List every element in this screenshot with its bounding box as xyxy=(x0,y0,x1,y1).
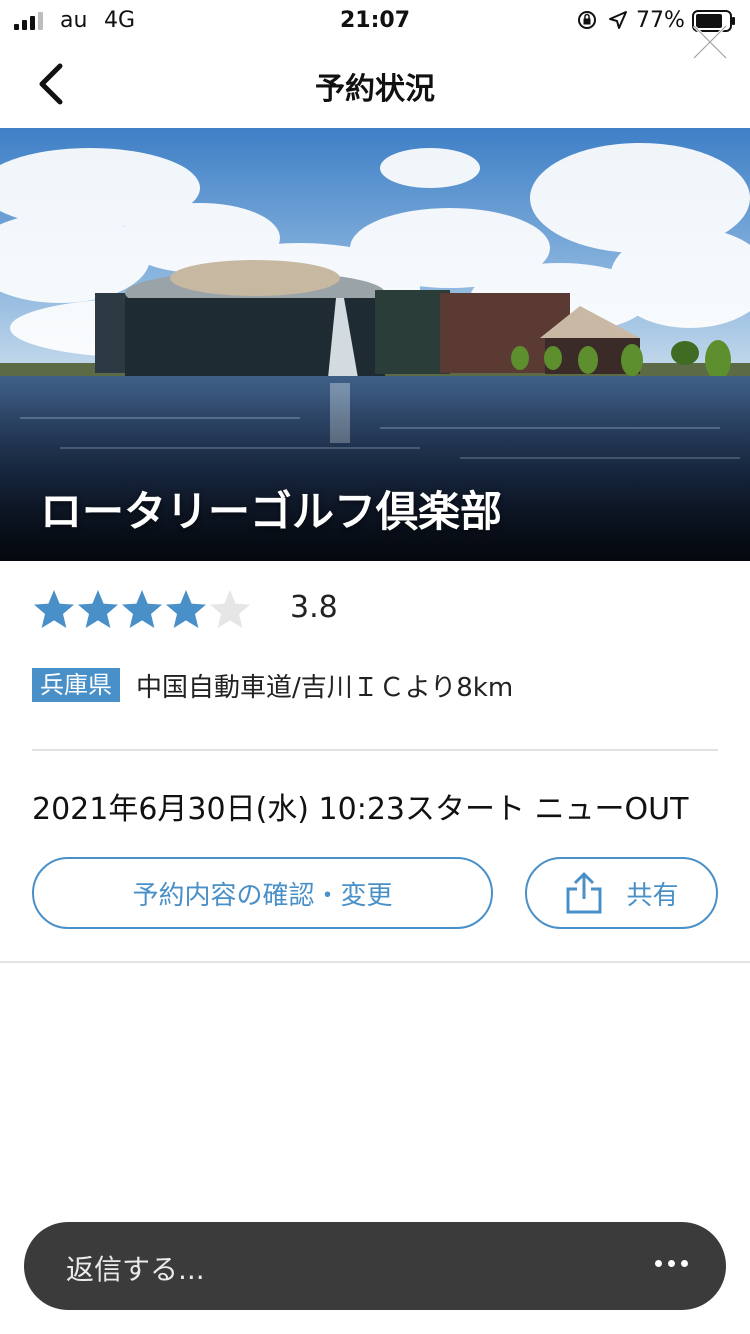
reply-bar[interactable]: 返信する... xyxy=(24,1222,726,1310)
course-name: ロータリーゴルフ倶楽部 xyxy=(40,487,503,536)
battery-percent: 77% xyxy=(636,8,685,33)
location-arrow-icon xyxy=(609,11,627,29)
star-icon xyxy=(34,590,74,628)
reservation-summary: 2021年6月30日(水) 10:23スタート ニューOUT xyxy=(32,792,689,827)
rating-row: 3.8 xyxy=(32,584,338,634)
share-button-label: 共有 xyxy=(626,880,679,911)
access-info: 中国自動車道/吉川ＩＣより8km xyxy=(136,672,514,703)
reply-placeholder: 返信する... xyxy=(66,1253,205,1286)
star-icon xyxy=(78,590,118,628)
more-icon[interactable] xyxy=(655,1260,688,1267)
course-hero-image: ロータリーゴルフ倶楽部 xyxy=(0,128,750,561)
star-icon xyxy=(122,590,162,628)
navigation-bar: 予約状況 xyxy=(0,42,750,128)
star-icon xyxy=(166,590,206,628)
status-bar: au 4G 21:07 77% xyxy=(0,0,750,42)
rating-value: 3.8 xyxy=(290,590,338,625)
share-button[interactable]: 共有 xyxy=(525,857,718,929)
page-title: 予約状況 xyxy=(315,72,435,107)
location-row: 兵庫県 中国自動車道/吉川ＩＣより8km xyxy=(32,667,513,703)
confirm-change-reservation-button[interactable]: 予約内容の確認・変更 xyxy=(32,857,493,929)
divider xyxy=(32,749,718,751)
prefecture-badge: 兵庫県 xyxy=(32,668,120,702)
confirm-button-label: 予約内容の確認・変更 xyxy=(132,880,393,911)
divider xyxy=(0,961,750,963)
orientation-lock-icon xyxy=(578,11,596,29)
star-icon xyxy=(210,590,250,628)
share-icon xyxy=(566,872,602,914)
